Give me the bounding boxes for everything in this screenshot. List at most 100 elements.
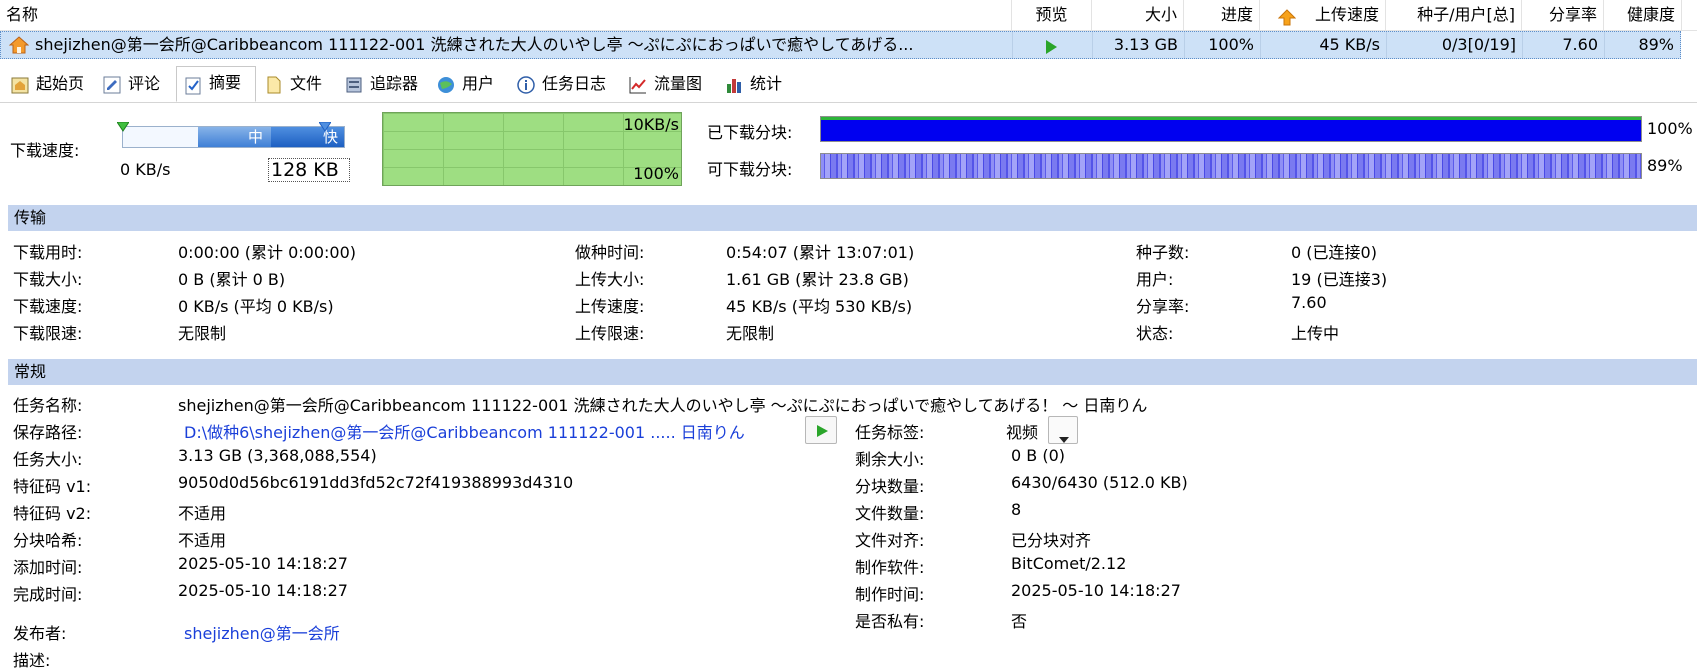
column-header-seeds-users[interactable]: 种子/用户[总] <box>1386 0 1522 30</box>
column-header-progress[interactable]: 进度 <box>1184 0 1260 30</box>
current-download-speed: 0 KB/s <box>120 160 171 179</box>
transfer-label: 用户: <box>1136 270 1174 289</box>
general-value: 2025-05-10 14:18:27 <box>178 581 348 600</box>
download-speed-label: 下载速度: <box>10 141 80 160</box>
tab-summary-label: 摘要 <box>209 73 242 92</box>
publisher-label: 发布者: <box>13 624 67 643</box>
torrent-seeds-users: 0/3[0/19] <box>1387 32 1523 58</box>
transfer-label: 分享率: <box>1136 297 1190 316</box>
available-pieces-label: 可下载分块: <box>707 160 793 179</box>
save-path-link[interactable]: D:\做种6\shejizhen@第一会所@Caribbeancom 11112… <box>184 419 745 443</box>
transfer-label: 下载大小: <box>13 270 83 289</box>
column-header-size[interactable]: 大小 <box>1092 0 1184 30</box>
torrent-share-ratio: 7.60 <box>1523 32 1605 58</box>
transfer-value: 0 (已连接0) <box>1291 243 1377 262</box>
transfer-label: 上传速度: <box>575 297 645 316</box>
transfer-value: 0 B (累计 0 B) <box>178 270 286 289</box>
preview-cell <box>1013 32 1093 58</box>
tab-summary[interactable]: 摘要 <box>176 66 256 102</box>
tab-comment-label: 评论 <box>128 74 161 93</box>
tab-traffic-chart[interactable]: 流量图 <box>622 68 718 100</box>
task-tag-dropdown[interactable] <box>1048 416 1078 444</box>
downloaded-pieces-pct: 100% <box>1647 119 1693 138</box>
transfer-value: 0:00:00 (累计 0:00:00) <box>178 243 357 262</box>
torrent-list-header: 名称 预览 大小 进度 上传速度 种子/用户[总] 分享率 健康度 <box>0 0 1697 31</box>
general-label: 添加时间: <box>13 558 83 577</box>
torrent-health: 89% <box>1638 35 1674 54</box>
open-folder-button[interactable] <box>805 416 837 444</box>
general-value: 2025-05-10 14:18:27 <box>1011 581 1181 600</box>
slider-max-handle[interactable] <box>318 117 332 136</box>
general-label: 分块哈希: <box>13 531 83 550</box>
speed-limit-slider[interactable]: 中 快 <box>122 126 345 148</box>
transfer-label: 做种时间: <box>575 243 645 262</box>
graph-top-label: 10KB/s <box>623 115 679 134</box>
downloaded-pieces-label: 已下载分块: <box>707 123 793 142</box>
column-header-preview[interactable]: 预览 <box>1012 0 1092 30</box>
save-path-label: 保存路径: <box>13 423 83 442</box>
tab-task-log[interactable]: 任务日志 <box>510 68 622 100</box>
tab-files[interactable]: 文件 <box>258 68 338 100</box>
traffic-chart-icon <box>628 74 648 94</box>
tracker-icon <box>344 74 364 94</box>
statistics-icon <box>724 74 744 94</box>
slider-mid-label: 中 <box>248 128 264 146</box>
description-label: 描述: <box>13 651 51 670</box>
tab-comment[interactable]: 评论 <box>96 68 176 100</box>
column-header-name[interactable]: 名称 <box>0 0 1012 30</box>
column-header-upload-speed[interactable]: 上传速度 <box>1260 0 1386 30</box>
speed-limit-value[interactable]: 128 KB <box>268 158 350 182</box>
transfer-label: 状态: <box>1136 324 1174 343</box>
transfer-value: 45 KB/s (平均 530 KB/s) <box>726 297 913 316</box>
tab-home[interactable]: 起始页 <box>4 68 96 100</box>
task-tag-value: 视频 <box>1006 423 1039 442</box>
tab-trackers[interactable]: 追踪器 <box>338 68 430 100</box>
general-label: 任务大小: <box>13 450 83 469</box>
home-page-icon <box>10 74 30 94</box>
general-value: 2025-05-10 14:18:27 <box>178 554 348 573</box>
transfer-value: 上传中 <box>1291 324 1340 343</box>
general-value: 不适用 <box>178 504 227 523</box>
torrent-row[interactable]: shejizhen@第一会所@Caribbeancom 111122-001 洗… <box>0 31 1681 59</box>
task-name-value: shejizhen@第一会所@Caribbeancom 111122-001 洗… <box>178 396 1148 415</box>
downloaded-pieces-fill <box>821 117 1641 141</box>
transfer-value: 19 (已连接3) <box>1291 270 1388 289</box>
chevron-down-icon <box>1059 428 1069 447</box>
general-label: 是否私有: <box>855 612 925 631</box>
transfer-section-header: 传输 <box>8 205 1697 231</box>
tab-trackers-label: 追踪器 <box>370 74 419 93</box>
column-header-health[interactable]: 健康度 <box>1604 0 1682 30</box>
transfer-label: 种子数: <box>1136 243 1190 262</box>
column-header-share-ratio[interactable]: 分享率 <box>1522 0 1604 30</box>
tab-statistics[interactable]: 统计 <box>718 68 798 100</box>
general-label: 完成时间: <box>13 585 83 604</box>
transfer-label: 上传大小: <box>575 270 645 289</box>
graph-bottom-label: 100% <box>633 164 679 183</box>
transfer-value: 0 KB/s (平均 0 KB/s) <box>178 297 334 316</box>
transfer-label: 下载速度: <box>13 297 83 316</box>
seeding-home-icon <box>8 36 30 54</box>
torrent-upload-speed: 45 KB/s <box>1261 32 1387 58</box>
task-tag-label: 任务标签: <box>855 423 925 442</box>
torrent-progress: 100% <box>1185 32 1261 58</box>
transfer-label: 下载限速: <box>13 324 83 343</box>
slider-min-handle[interactable] <box>116 117 130 136</box>
available-pieces-fill <box>821 154 1641 178</box>
general-section-header: 常规 <box>8 359 1697 385</box>
transfer-value: 1.61 GB (累计 23.8 GB) <box>726 270 909 289</box>
general-label: 文件数量: <box>855 504 925 523</box>
tab-home-label: 起始页 <box>36 74 85 93</box>
transfer-value: 0:54:07 (累计 13:07:01) <box>726 243 915 262</box>
publisher-link[interactable]: shejizhen@第一会所 <box>184 620 340 644</box>
general-value: 否 <box>1011 612 1028 631</box>
preview-play-icon[interactable] <box>1043 37 1059 63</box>
tab-users[interactable]: 用户 <box>430 68 510 100</box>
play-icon <box>815 423 829 442</box>
general-value: 9050d0d56bc6191dd3fd52c72f419388993d4310 <box>178 473 574 492</box>
transfer-value: 7.60 <box>1291 293 1327 312</box>
downloaded-pieces-bar <box>820 116 1642 142</box>
task-name-label: 任务名称: <box>13 396 83 415</box>
general-value: BitComet/2.12 <box>1011 554 1127 573</box>
torrent-size: 3.13 GB <box>1093 32 1185 58</box>
general-value: 0 B (0) <box>1011 446 1065 465</box>
